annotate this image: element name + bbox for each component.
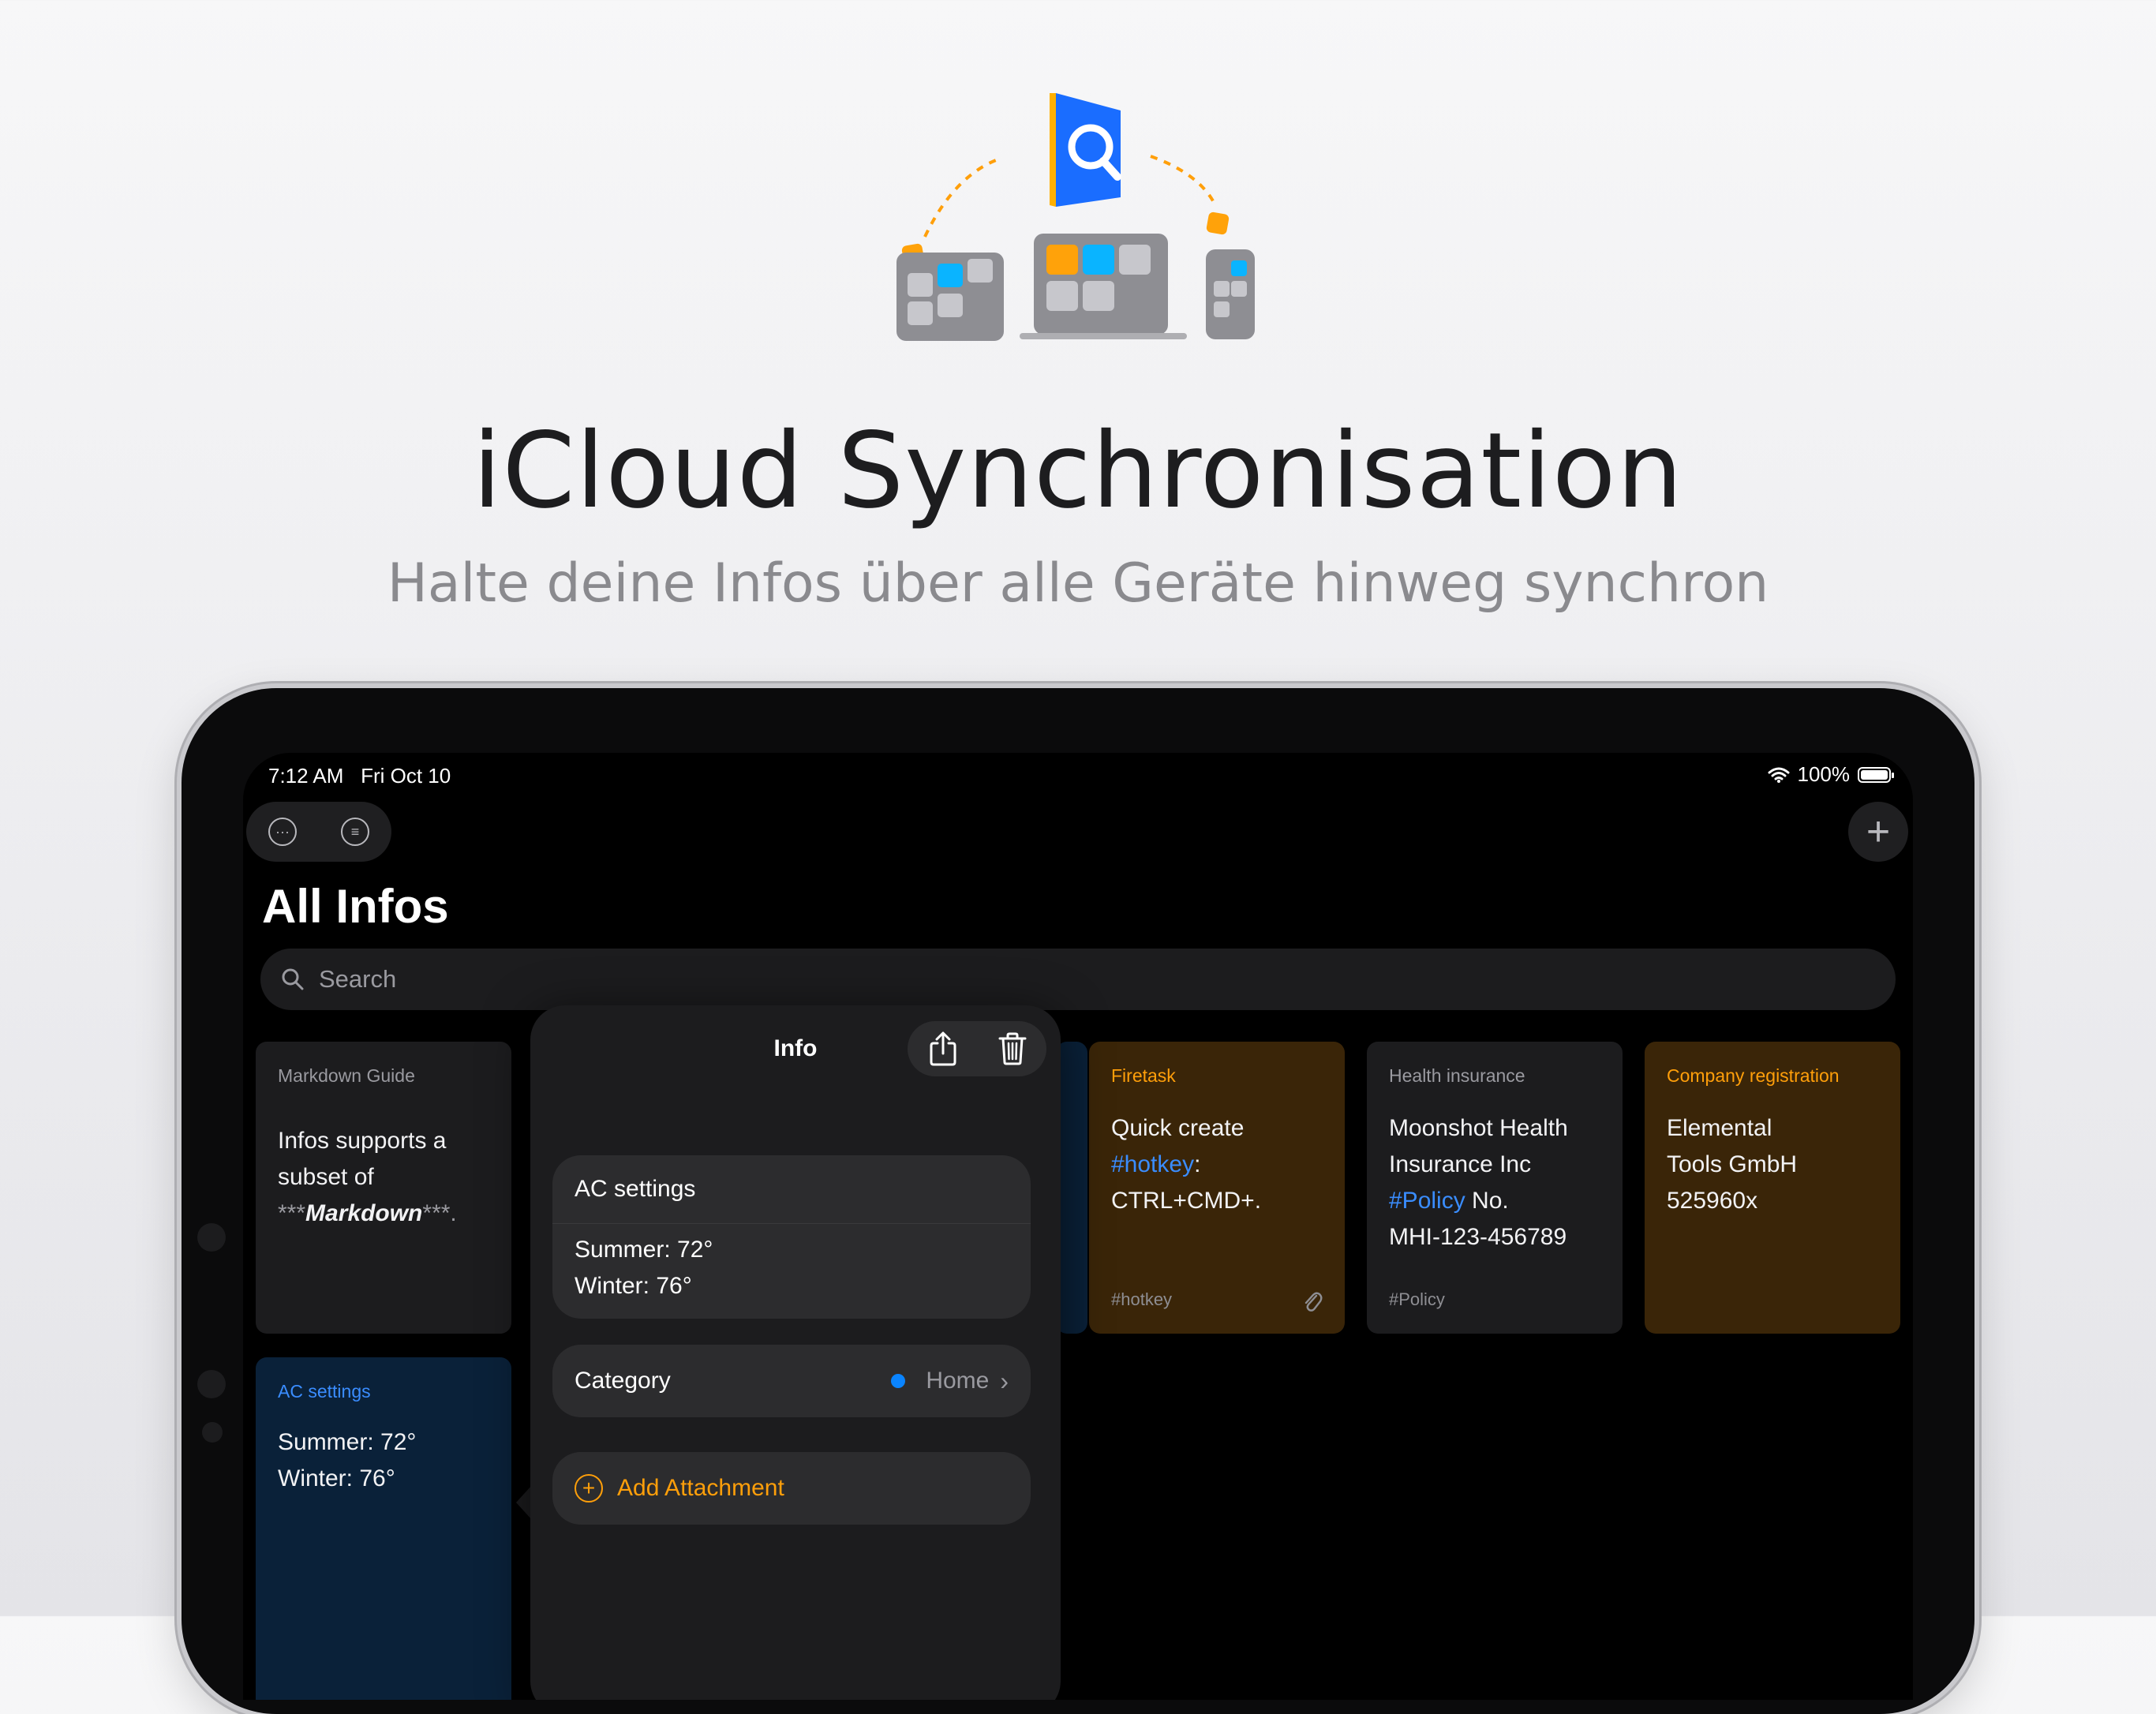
hero-title: iCloud Synchronisation bbox=[472, 410, 1684, 532]
card-body: Infos supports a subset of ***Markdown**… bbox=[278, 1123, 489, 1232]
note-line: Winter: 76° bbox=[575, 1273, 692, 1299]
card-line: #hotkey: bbox=[1111, 1147, 1323, 1183]
battery-percent: 100% bbox=[1797, 762, 1851, 786]
card-text: : bbox=[1194, 1151, 1201, 1177]
note-line: Summer: 72° bbox=[575, 1237, 713, 1263]
search-input[interactable] bbox=[317, 964, 1741, 994]
note-title[interactable]: AC settings bbox=[552, 1155, 1031, 1224]
add-attachment-label: Add Attachment bbox=[617, 1475, 784, 1501]
status-time: 7:12 AM Fri Oct 10 bbox=[268, 764, 451, 788]
markdown-stars: ***. bbox=[422, 1200, 457, 1226]
battery-icon bbox=[1858, 766, 1894, 783]
hashtag-link[interactable]: #hotkey bbox=[1111, 1151, 1194, 1177]
card-line: Summer: 72° bbox=[278, 1429, 417, 1455]
card-line: #Policy No. bbox=[1389, 1183, 1600, 1219]
toolbar-group: ··· ≡ bbox=[246, 802, 391, 862]
card-body: Quick create #hotkey: CTRL+CMD+. bbox=[1111, 1110, 1323, 1219]
page-title: All Infos bbox=[262, 880, 449, 933]
filter-lines-circle-icon[interactable]: ≡ bbox=[341, 818, 369, 846]
category-value: Home bbox=[926, 1368, 990, 1394]
card-line: Tools GmbH bbox=[1667, 1151, 1798, 1177]
info-card-markdown[interactable]: Markdown Guide Infos supports a subset o… bbox=[256, 1042, 511, 1334]
ipad-screen: 7:12 AM Fri Oct 10 100% ··· ≡ + All Info… bbox=[243, 753, 1913, 1700]
card-body: Moonshot Health Insurance Inc #Policy No… bbox=[1389, 1110, 1600, 1256]
ellipsis-circle-icon[interactable]: ··· bbox=[268, 818, 297, 846]
card-line: CTRL+CMD+. bbox=[1111, 1188, 1262, 1214]
camera-dot bbox=[197, 1223, 226, 1252]
info-card-health-insurance[interactable]: Health insurance Moonshot Health Insuran… bbox=[1367, 1042, 1623, 1334]
card-category: Firetask bbox=[1111, 1065, 1176, 1086]
card-category: Company registration bbox=[1667, 1065, 1840, 1086]
plus-icon: + bbox=[1866, 809, 1891, 855]
card-line: MHI-123-456789 bbox=[1389, 1224, 1567, 1250]
paperclip-icon bbox=[1304, 1292, 1323, 1312]
card-category: AC settings bbox=[278, 1381, 371, 1402]
note-content-group[interactable]: AC settings Summer: 72° Winter: 76° bbox=[552, 1155, 1031, 1319]
search-bar[interactable] bbox=[260, 949, 1896, 1010]
card-line: Elemental bbox=[1667, 1115, 1772, 1141]
card-line: Infos supports a bbox=[278, 1128, 447, 1154]
card-tag: #Policy bbox=[1389, 1289, 1445, 1309]
wifi-icon bbox=[1768, 767, 1789, 783]
device-volume-button bbox=[410, 682, 483, 688]
card-body: Summer: 72° Winter: 76° bbox=[278, 1424, 489, 1497]
popover-actions bbox=[908, 1021, 1046, 1076]
chevron-right-icon: › bbox=[1000, 1366, 1009, 1395]
device-volume-button bbox=[324, 682, 396, 688]
note-body[interactable]: Summer: 72° Winter: 76° bbox=[552, 1224, 1031, 1319]
markdown-word: Markdown bbox=[305, 1200, 423, 1226]
add-info-button[interactable]: + bbox=[1848, 802, 1908, 862]
share-icon[interactable] bbox=[927, 1031, 959, 1067]
card-line: Winter: 76° bbox=[278, 1465, 395, 1491]
popover-arrow bbox=[516, 1485, 532, 1520]
card-line: Moonshot Health bbox=[1389, 1115, 1568, 1141]
card-line: Quick create bbox=[1111, 1115, 1245, 1141]
camera-dot bbox=[197, 1370, 226, 1398]
card-category: Health insurance bbox=[1389, 1065, 1525, 1086]
category-label: Category bbox=[575, 1368, 671, 1394]
search-icon bbox=[282, 968, 304, 990]
trash-icon[interactable] bbox=[998, 1031, 1027, 1066]
card-line: subset of bbox=[278, 1164, 374, 1190]
category-row[interactable]: Category Home › bbox=[552, 1345, 1031, 1417]
card-body: Elemental Tools GmbH 525960x bbox=[1667, 1110, 1878, 1219]
hero-subtitle: Halte deine Infos über alle Geräte hinwe… bbox=[387, 552, 1769, 615]
status-indicators: 100% bbox=[1768, 762, 1894, 787]
info-card-firetask[interactable]: Firetask Quick create #hotkey: CTRL+CMD+… bbox=[1089, 1042, 1345, 1334]
category-color-dot bbox=[891, 1374, 906, 1388]
app-logo-icon bbox=[1050, 93, 1121, 207]
plus-circle-icon: + bbox=[575, 1474, 603, 1503]
sync-devices-illustration bbox=[896, 93, 1255, 341]
info-card-hidden[interactable] bbox=[1056, 1042, 1087, 1334]
card-line: 525960x bbox=[1667, 1188, 1758, 1214]
card-tag: #hotkey bbox=[1111, 1289, 1173, 1309]
card-line: ***Markdown***. bbox=[278, 1196, 489, 1232]
add-attachment-button[interactable]: + Add Attachment bbox=[552, 1452, 1031, 1525]
hashtag-link[interactable]: #Policy bbox=[1389, 1188, 1465, 1214]
markdown-stars: *** bbox=[278, 1200, 306, 1226]
card-line: Insurance Inc bbox=[1389, 1151, 1532, 1177]
card-text: No. bbox=[1465, 1188, 1509, 1214]
card-category: Markdown Guide bbox=[278, 1065, 415, 1086]
info-card-company-registration[interactable]: Company registration Elemental Tools Gmb… bbox=[1645, 1042, 1900, 1334]
info-popover: Info AC settings Summer: 72° Winter: 76° bbox=[530, 1005, 1061, 1700]
camera-dot bbox=[202, 1422, 223, 1443]
info-card-ac-settings[interactable]: AC settings Summer: 72° Winter: 76° bbox=[256, 1357, 511, 1700]
